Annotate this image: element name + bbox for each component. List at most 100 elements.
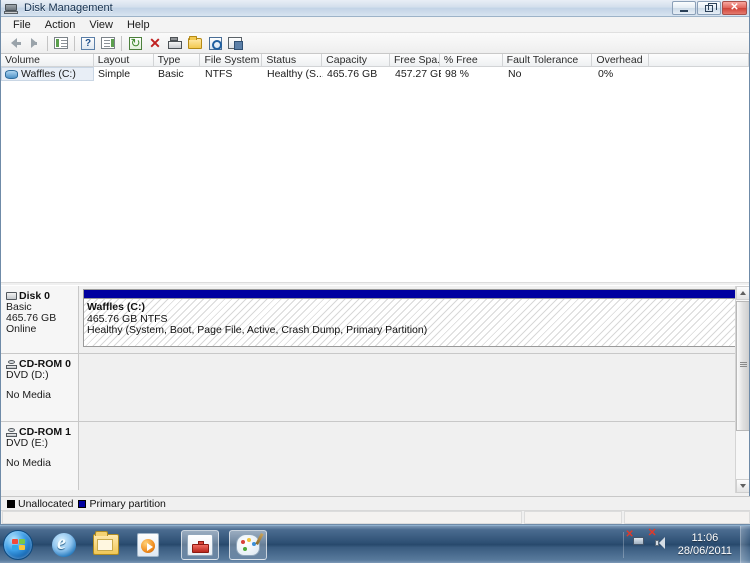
delete-icon[interactable]: ✕ <box>145 34 165 53</box>
windows-media-player-icon <box>137 532 159 557</box>
hard-disk-icon <box>6 292 17 300</box>
tray-divider <box>622 532 624 558</box>
column-header-file-system[interactable]: File System <box>200 54 263 66</box>
partition-volume-label: Waffles (C:) <box>87 301 145 313</box>
disk-type-label: DVD (D:) <box>6 369 49 381</box>
disk-info-disk0[interactable]: Disk 0 Basic 465.76 GB Online <box>1 286 79 353</box>
column-header-layout[interactable]: Layout <box>94 54 154 66</box>
cell-capacity: 465.76 GB <box>327 68 378 80</box>
disk-area-cdrom0 <box>79 354 749 421</box>
status-pane-2 <box>524 511 622 524</box>
legend-label-unallocated: Unallocated <box>18 497 74 510</box>
window-controls: ✕ <box>672 1 747 15</box>
system-tray: ✕ ✕ 11:06 28/06/2011 <box>617 526 750 563</box>
maximize-button[interactable] <box>697 1 721 15</box>
volume-list-body[interactable]: Waffles (C:) Simple Basic NTFS Healthy (… <box>1 67 749 282</box>
windows-logo-icon <box>12 538 26 552</box>
windows-explorer-icon <box>93 531 119 555</box>
cdrom-icon <box>6 427 17 437</box>
rescan-disks-icon[interactable] <box>125 34 145 53</box>
status-pane-3 <box>624 511 750 524</box>
menu-item-action[interactable]: Action <box>38 18 83 32</box>
taskbar-internet-explorer[interactable] <box>45 530 83 560</box>
start-orb[interactable] <box>3 529 33 560</box>
column-header-empty[interactable] <box>649 54 749 66</box>
close-button[interactable]: ✕ <box>722 1 747 15</box>
cell-file-system: NTFS <box>205 68 233 80</box>
internet-explorer-icon <box>52 532 76 557</box>
disk-properties-icon[interactable] <box>225 34 245 53</box>
forward-icon[interactable] <box>24 34 44 53</box>
menu-item-view[interactable]: View <box>82 18 120 32</box>
menu-item-help[interactable]: Help <box>120 18 157 32</box>
clock-date: 28/06/2011 <box>677 545 732 557</box>
title-bar[interactable]: Disk Management ✕ <box>1 0 749 17</box>
disk-management-icon <box>4 2 18 15</box>
column-header-volume[interactable]: Volume <box>1 54 94 66</box>
cell-status: Healthy (S... <box>267 68 323 80</box>
taskbar-disk-management[interactable] <box>181 529 219 560</box>
legend-swatch-primary-partition <box>78 499 87 508</box>
disk-row-cdrom0[interactable]: CD-ROM 0 DVD (D:) No Media <box>1 354 749 422</box>
volume-muted-icon[interactable]: ✕ <box>648 528 671 553</box>
disk-status-label: No Media <box>6 389 51 401</box>
cell-fault-tolerance: No <box>508 68 522 80</box>
cell-layout: Simple <box>98 68 131 80</box>
show-desktop-button[interactable] <box>740 526 750 563</box>
legend-swatch-unallocated <box>7 499 15 508</box>
taskbar-paint[interactable] <box>229 529 267 560</box>
disk-info-cdrom0[interactable]: CD-ROM 0 DVD (D:) No Media <box>1 354 79 421</box>
column-header-status[interactable]: Status <box>262 54 323 66</box>
explore-icon[interactable] <box>205 34 225 53</box>
status-bar <box>1 510 750 524</box>
graphical-view-scrollbar[interactable] <box>735 286 749 493</box>
open-icon[interactable] <box>185 34 205 53</box>
disk-row-disk0[interactable]: Disk 0 Basic 465.76 GB Online Waffles (C… <box>1 286 749 354</box>
disk-management-window: Disk Management ✕ File Action View Help <box>0 0 750 525</box>
column-header-free-space[interactable]: Free Spa... <box>390 54 440 66</box>
column-header-overhead[interactable]: Overhead <box>592 54 650 66</box>
column-header-percent-free[interactable]: % Free <box>440 54 503 66</box>
partition-status-label: Healthy (System, Boot, Page File, Active… <box>87 324 428 336</box>
show-hide-action-pane-icon[interactable] <box>98 34 118 53</box>
volume-list-header: Volume Layout Type File System Status Ca… <box>1 54 749 67</box>
show-hide-console-tree-icon[interactable] <box>51 34 71 53</box>
cell-free-space: 457.27 GB <box>395 68 441 80</box>
disk-type-label: DVD (E:) <box>6 437 48 449</box>
status-pane-1 <box>2 511 522 524</box>
graphical-view: Disk 0 Basic 465.76 GB Online Waffles (C… <box>1 286 749 493</box>
disk-info-cdrom1[interactable]: CD-ROM 1 DVD (E:) No Media <box>1 422 79 490</box>
cdrom-icon <box>6 359 17 369</box>
network-disconnected-icon[interactable]: ✕ <box>625 530 649 553</box>
back-icon[interactable] <box>4 34 24 53</box>
scroll-up-button[interactable] <box>736 286 749 300</box>
minimize-button[interactable] <box>672 1 696 15</box>
scrollbar-thumb[interactable] <box>736 301 749 431</box>
properties-icon[interactable] <box>165 34 185 53</box>
legend-item-primary-partition: Primary partition <box>78 497 166 510</box>
taskbar-items <box>45 529 267 560</box>
partition-c[interactable]: Waffles (C:) 465.76 GB NTFS Healthy (Sys… <box>83 289 745 347</box>
menu-item-file[interactable]: File <box>6 18 38 32</box>
toolbar: ? ✕ <box>1 33 749 54</box>
disk-row-cdrom1[interactable]: CD-ROM 1 DVD (E:) No Media <box>1 422 749 490</box>
legend-item-unallocated: Unallocated <box>7 498 73 510</box>
taskbar-windows-media-player[interactable] <box>129 530 167 560</box>
paint-icon <box>236 532 264 556</box>
column-header-fault-tolerance[interactable]: Fault Tolerance <box>503 54 593 66</box>
scroll-down-button[interactable] <box>736 479 749 493</box>
taskbar: ✕ ✕ 11:06 28/06/2011 <box>0 525 750 563</box>
partition-body[interactable]: Waffles (C:) 465.76 GB NTFS Healthy (Sys… <box>84 299 744 346</box>
column-header-type[interactable]: Type <box>154 54 201 66</box>
clock[interactable]: 11:06 28/06/2011 <box>678 532 732 558</box>
column-header-capacity[interactable]: Capacity <box>322 54 390 66</box>
toolbar-separator <box>74 35 75 51</box>
cell-volume[interactable]: Waffles (C:) <box>1 67 94 81</box>
toolbar-separator <box>47 35 48 51</box>
cell-volume-label: Waffles (C:) <box>21 68 76 80</box>
clock-time: 11:06 <box>691 532 719 544</box>
table-row[interactable]: Waffles (C:) Simple Basic NTFS Healthy (… <box>1 67 749 81</box>
help-icon[interactable]: ? <box>78 34 98 53</box>
taskbar-windows-explorer[interactable] <box>87 530 125 560</box>
legend-label-primary-partition: Primary partition <box>89 497 166 510</box>
